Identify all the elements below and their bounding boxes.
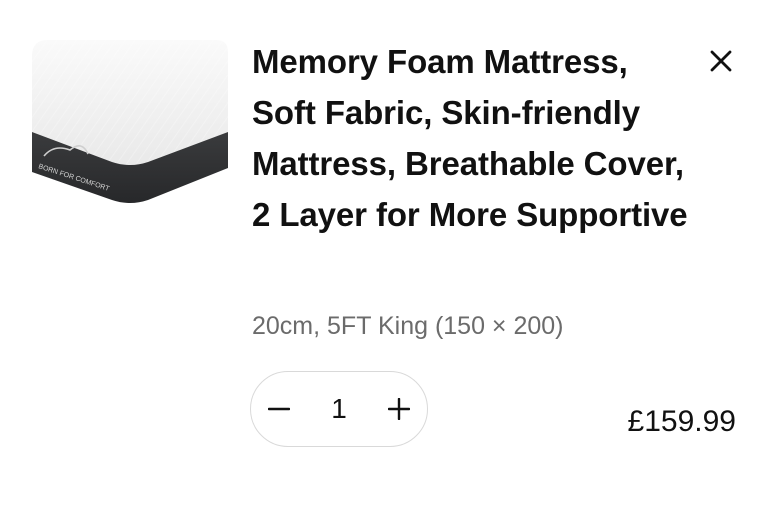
cart-item: BORN FOR COMFORT Memory Foam Mattress, S…	[0, 0, 768, 508]
product-title[interactable]: Memory Foam Mattress, Soft Fabric, Skin-…	[252, 36, 692, 240]
product-image[interactable]: BORN FOR COMFORT	[30, 36, 230, 208]
item-price: £159.99	[627, 405, 736, 438]
plus-icon	[388, 398, 410, 420]
product-variant: 20cm, 5FT King (150 × 200)	[252, 312, 564, 340]
minus-icon	[268, 407, 290, 411]
increase-quantity-button[interactable]	[371, 381, 427, 437]
quantity-value[interactable]: 1	[319, 393, 359, 425]
close-icon	[710, 50, 732, 72]
decrease-quantity-button[interactable]	[251, 381, 307, 437]
remove-item-button[interactable]	[700, 40, 742, 82]
quantity-stepper: 1	[250, 371, 428, 447]
